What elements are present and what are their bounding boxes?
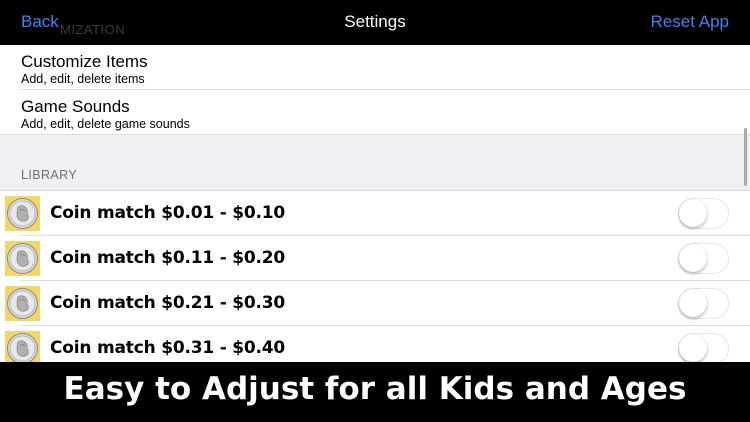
library-item-row[interactable]: Coin match $0.01 - $0.10 [0,191,750,236]
promo-caption: Easy to Adjust for all Kids and Ages [0,362,750,422]
reset-app-button[interactable]: Reset App [651,12,729,32]
app-screen: Customize Items Add, edit, delete items … [0,0,750,422]
library-item-toggle[interactable] [678,333,729,362]
toggle-knob [679,334,707,362]
quarter-coin-icon [5,331,40,362]
library-item-label: Coin match $0.21 - $0.30 [50,293,286,313]
library-section-header: LIBRARY [0,135,750,190]
scrollbar[interactable] [744,128,747,186]
library-item-toggle[interactable] [678,288,729,319]
toggle-knob [679,289,707,317]
library-item-row[interactable]: Coin match $0.21 - $0.30 [0,281,750,326]
game-sounds-subtitle: Add, edit, delete game sounds [21,117,190,131]
library-item-label: Coin match $0.01 - $0.10 [50,203,286,223]
customize-items-title: Customize Items [21,52,148,71]
quarter-coin-icon [5,286,40,321]
toggle-knob [679,199,707,227]
quarter-coin-icon [5,241,40,276]
customize-items-row[interactable]: Customize Items Add, edit, delete items [0,45,750,90]
quarter-coin-icon [5,196,40,231]
page-title: Settings [344,12,406,31]
library-header-label: LIBRARY [21,168,78,182]
game-sounds-row[interactable]: Game Sounds Add, edit, delete game sound… [0,90,750,135]
game-sounds-title: Game Sounds [21,97,130,116]
library-item-row[interactable]: Coin match $0.31 - $0.40 [0,326,750,362]
navigation-bar: MIZATION Back Settings Reset App [0,0,750,45]
settings-list[interactable]: Customize Items Add, edit, delete items … [0,0,750,362]
library-item-row[interactable]: Coin match $0.11 - $0.20 [0,236,750,281]
library-item-toggle[interactable] [678,198,729,229]
library-item-toggle[interactable] [678,243,729,274]
toggle-knob [679,244,707,272]
promo-caption-text: Easy to Adjust for all Kids and Ages [63,371,687,407]
customize-items-subtitle: Add, edit, delete items [21,72,145,86]
library-item-label: Coin match $0.11 - $0.20 [50,248,286,268]
library-item-label: Coin match $0.31 - $0.40 [50,338,286,358]
